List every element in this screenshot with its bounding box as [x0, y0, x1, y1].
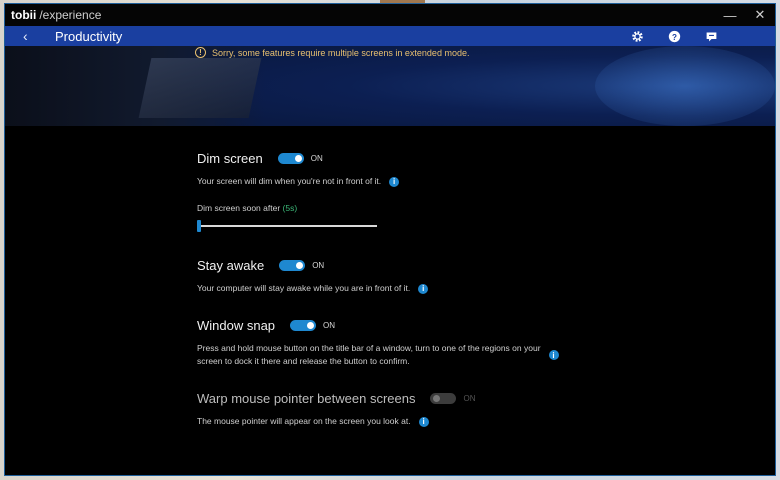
setting-dim-screen: Dim screen ON Your screen will dim when … — [197, 151, 757, 233]
feedback-icon[interactable] — [703, 28, 719, 44]
minimize-button[interactable]: — — [715, 4, 745, 26]
settings-list: Dim screen ON Your screen will dim when … — [197, 126, 757, 428]
slider-thumb[interactable] — [197, 220, 201, 232]
window-snap-title: Window snap — [197, 318, 276, 333]
notice-text: Sorry, some features require multiple sc… — [212, 47, 470, 58]
info-icon[interactable]: i — [418, 283, 429, 294]
title-bar[interactable]: tobii /experience — ✕ — [5, 4, 775, 26]
window-snap-desc-line2: screen to dock it there and release the … — [197, 356, 410, 366]
settings-icon[interactable] — [629, 28, 645, 44]
warp-mouse-title: Warp mouse pointer between screens — [197, 391, 416, 406]
back-button[interactable]: ‹ — [23, 28, 43, 44]
hero-monitor-shape — [138, 58, 262, 118]
help-icon[interactable]: ? — [666, 28, 682, 44]
warp-mouse-description: The mouse pointer will appear on the scr… — [197, 416, 411, 426]
dim-screen-state: ON — [310, 154, 323, 163]
stay-awake-toggle[interactable] — [279, 260, 306, 271]
stay-awake-description: Your computer will stay awake while you … — [197, 283, 411, 293]
setting-window-snap: Window snap ON Press and hold mouse butt… — [197, 318, 757, 368]
warning-icon: ! — [195, 47, 206, 58]
window-snap-description: Press and hold mouse button on the title… — [197, 342, 541, 368]
dim-screen-slider[interactable] — [197, 219, 377, 233]
stay-awake-state: ON — [312, 261, 325, 270]
brand-logo: tobii — [11, 8, 37, 22]
page-title: Productivity — [55, 28, 123, 44]
window-snap-state: ON — [323, 321, 336, 330]
window-snap-toggle[interactable] — [290, 320, 317, 331]
svg-text:?: ? — [672, 32, 677, 41]
tobii-window: tobii /experience — ✕ ‹ Productivity ? !… — [4, 3, 776, 476]
dim-screen-description: Your screen will dim when you're not in … — [197, 176, 382, 186]
slider-track — [197, 225, 377, 227]
info-icon[interactable]: i — [418, 416, 429, 427]
brand-subtitle: /experience — [39, 8, 102, 22]
nav-icons: ? — [629, 28, 719, 44]
dim-screen-toggle[interactable] — [277, 153, 304, 164]
nav-bar: ‹ Productivity ? — [5, 26, 775, 46]
dim-screen-title: Dim screen — [197, 151, 263, 166]
hero-banner: ‹ Productivity ? ! Sorry, some features … — [5, 26, 775, 126]
close-button[interactable]: ✕ — [745, 4, 775, 26]
warp-mouse-toggle[interactable] — [430, 393, 457, 404]
setting-stay-awake: Stay awake ON Your computer will stay aw… — [197, 258, 757, 295]
slider-label-text: Dim screen soon after — [197, 203, 281, 213]
setting-warp-mouse: Warp mouse pointer between screens ON Th… — [197, 391, 757, 428]
warp-mouse-state: ON — [463, 394, 476, 403]
hero-glow — [595, 46, 775, 126]
info-icon[interactable]: i — [548, 350, 559, 360]
info-icon[interactable]: i — [389, 176, 400, 187]
window-controls: — ✕ — [715, 4, 775, 26]
slider-value: (5s) — [282, 203, 298, 213]
stay-awake-title: Stay awake — [197, 258, 265, 273]
dim-screen-slider-label: Dim screen soon after (5s) — [197, 203, 757, 213]
extended-mode-notice: ! Sorry, some features require multiple … — [195, 47, 469, 58]
window-snap-desc-line1: Press and hold mouse button on the title… — [197, 343, 541, 353]
